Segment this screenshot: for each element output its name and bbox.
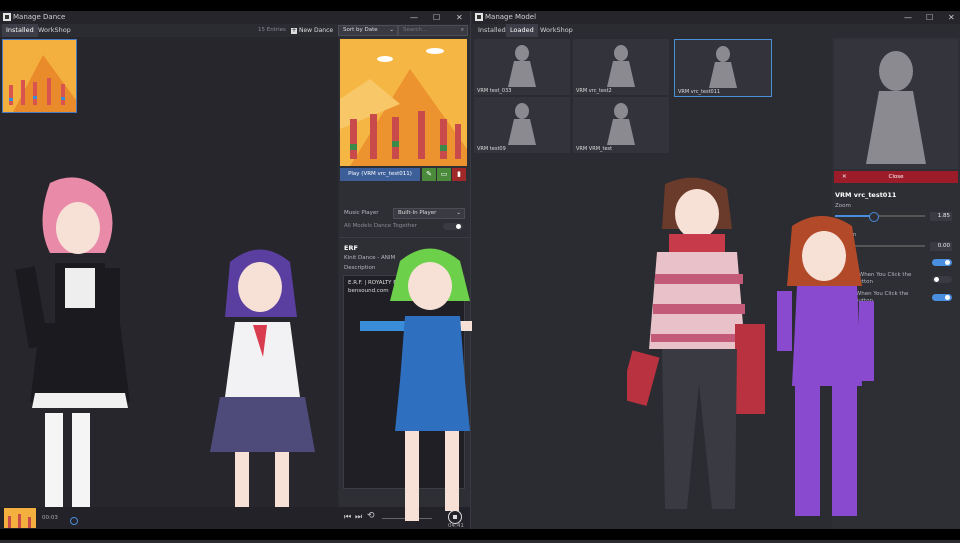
folder-icon: ▭ — [440, 170, 448, 178]
open-folder-button[interactable]: ▭ — [437, 168, 451, 181]
close-model-button[interactable]: ✕ Close — [834, 171, 958, 183]
letterbox-top — [0, 0, 960, 11]
chevron-down-icon: ⌄ — [389, 27, 394, 33]
search-icon: ⌕ — [460, 27, 464, 33]
chevron-down-icon: ⌄ — [456, 210, 461, 216]
all-models-toggle[interactable] — [443, 223, 463, 230]
elapsed-time: 00:03 — [42, 515, 58, 521]
tab-installed[interactable]: Installed — [2, 24, 38, 37]
tab-workshop[interactable]: WorkShop — [536, 24, 577, 37]
dance-window-title: Manage Dance — [13, 13, 66, 21]
dance-preview-image — [340, 39, 467, 166]
model-silhouette-icon — [866, 51, 926, 164]
model-card[interactable]: VRM test09 — [474, 97, 570, 153]
edit-button[interactable]: ✎ — [422, 168, 436, 181]
model-silhouette-icon — [508, 45, 536, 87]
blinking-toggle[interactable] — [932, 276, 952, 283]
model-name: VRM vrc_test2 — [576, 88, 612, 94]
minimize-button[interactable]: — — [904, 11, 912, 24]
toggle-knob — [456, 224, 461, 229]
letterbox-bottom — [0, 529, 960, 540]
tab-loaded[interactable]: Loaded — [506, 24, 538, 37]
maximize-button[interactable]: ☐ — [926, 11, 933, 24]
model-silhouette-icon — [607, 45, 635, 87]
model-grid: VRM test_033 VRM vrc_test2 VRM vrc_test0… — [472, 37, 832, 153]
divider — [339, 237, 470, 238]
tab-installed[interactable]: Installed — [474, 24, 510, 37]
new-dance-label: New Dance — [299, 27, 334, 34]
tab-workshop[interactable]: WorkShop — [34, 24, 75, 37]
new-dance-button[interactable]: + New Dance — [291, 24, 333, 37]
play-button[interactable]: Play (VRM vrc_test011) — [340, 168, 420, 181]
now-playing-art — [4, 508, 36, 528]
pencil-icon: ✎ — [426, 170, 432, 178]
close-window-button[interactable]: ✕ — [948, 11, 955, 24]
model-tabs: Installed Loaded WorkShop — [472, 24, 960, 37]
zoom-label: Zoom — [835, 203, 851, 209]
entries-count: 15 Entries — [258, 27, 286, 33]
render-toggle[interactable] — [932, 259, 952, 266]
dance-titlebar: Manage Dance — ☐ ✕ — [0, 11, 470, 24]
dance-thumbnail-art — [3, 40, 76, 112]
model-name: VRM test09 — [477, 146, 506, 152]
model-card[interactable]: VRM test_033 — [474, 39, 570, 95]
toggle-knob — [945, 295, 950, 300]
all-models-label: All Models Dance Together — [344, 223, 417, 229]
selected-model-name: VRM vrc_test011 — [835, 191, 897, 199]
play-row: Play (VRM vrc_test011) ✎ ▭ ▮ — [340, 168, 467, 181]
dance-tabs: Installed WorkShop 15 Entries + New Dance… — [0, 24, 470, 37]
model-silhouette-icon — [709, 46, 737, 88]
model-silhouette-icon — [607, 103, 635, 145]
model-name: VRM vrc_test011 — [678, 89, 721, 95]
maximize-button[interactable]: ☐ — [433, 11, 440, 24]
app-icon — [3, 13, 11, 21]
manage-model-window: Manage Model — ☐ ✕ Installed Loaded Work… — [472, 11, 960, 529]
close-icon: ✕ — [842, 174, 847, 180]
toggle-knob — [945, 260, 950, 265]
dance-grid — [0, 37, 338, 532]
toggle-knob — [934, 277, 939, 282]
position-value[interactable]: 0.00 — [930, 242, 952, 251]
seek-knob[interactable] — [70, 517, 78, 525]
tracksuit-character — [777, 216, 874, 516]
model-card[interactable]: VRM vrc_test2 — [573, 39, 669, 95]
model-titlebar: Manage Model — ☐ ✕ — [472, 11, 960, 24]
music-player-value: Built-In Player — [398, 210, 437, 216]
dance-thumbnail-erf[interactable] — [2, 39, 77, 113]
model-preview — [834, 39, 958, 169]
model-card-selected[interactable]: VRM vrc_test011 — [674, 39, 772, 97]
dance-preview-art — [340, 39, 467, 166]
model-silhouette-icon — [508, 103, 536, 145]
model-window-title: Manage Model — [485, 13, 537, 21]
model-card[interactable]: VRM VRM_test — [573, 97, 669, 153]
trash-icon: ▮ — [457, 170, 461, 178]
close-window-button[interactable]: ✕ — [456, 11, 463, 24]
sort-value: Sort by Date — [343, 27, 378, 33]
music-player-select[interactable]: Built-In Player ⌄ — [393, 208, 465, 219]
talking-toggle[interactable] — [932, 294, 952, 301]
plus-icon: + — [291, 27, 297, 34]
music-player-label: Music Player — [344, 210, 379, 216]
scarf-character — [627, 177, 765, 509]
app-icon — [475, 13, 483, 21]
search-placeholder: Search... — [403, 27, 428, 33]
sort-select[interactable]: Sort by Date ⌄ — [338, 25, 398, 36]
search-input[interactable]: Search... ⌕ — [398, 25, 468, 36]
dance-title: ERF — [344, 244, 358, 252]
model-name: VRM VRM_test — [576, 146, 613, 152]
zoom-value[interactable]: 1.85 — [930, 212, 952, 221]
schoolgirl-character — [210, 249, 315, 532]
delete-button[interactable]: ▮ — [452, 168, 466, 181]
maid-character — [15, 177, 130, 523]
now-playing-thumbnail — [4, 508, 36, 528]
model-name: VRM test_033 — [477, 88, 512, 94]
play-label: Play (VRM vrc_test011) — [348, 171, 412, 177]
close-label: Close — [888, 174, 904, 180]
minimize-button[interactable]: — — [410, 11, 418, 24]
manage-dance-window: Manage Dance — ☐ ✕ Installed WorkShop 15… — [0, 11, 530, 532]
previous-icon[interactable]: ⏮ — [344, 512, 351, 522]
